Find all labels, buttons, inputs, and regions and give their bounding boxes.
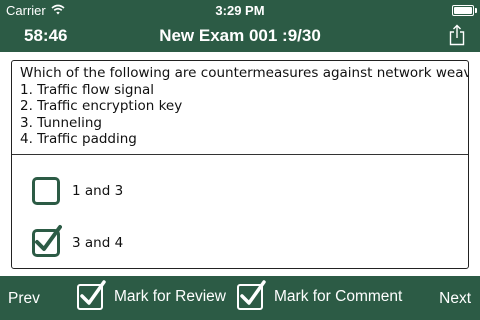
next-button[interactable]: Next	[439, 290, 471, 308]
nav-bar: 58:46 New Exam 001 :9/30	[0, 20, 480, 52]
battery-icon	[452, 5, 474, 16]
comment-label: Mark for Comment	[274, 288, 403, 305]
mark-comment-button[interactable]: Mark for Comment	[237, 280, 403, 310]
mark-review-button[interactable]: Mark for Review	[77, 280, 226, 310]
bottom-toolbar: Prev Mark for Review Mark for Comment Ne…	[0, 276, 480, 320]
status-bar: Carrier 3:29 PM	[0, 0, 480, 20]
review-label: Mark for Review	[114, 288, 226, 305]
question-text: Which of the following are countermeasur…	[20, 65, 469, 147]
share-icon	[449, 24, 465, 46]
question-card: Which of the following are countermeasur…	[11, 60, 469, 269]
battery-tip	[475, 8, 477, 13]
checkmark-icon	[240, 280, 266, 305]
comment-checkbox-icon	[237, 280, 266, 310]
divider	[12, 154, 468, 155]
prev-button[interactable]: Prev	[8, 290, 40, 308]
answer-option-1[interactable]: 1 and 3	[32, 177, 123, 205]
answer-checkbox-unchecked[interactable]	[32, 177, 60, 205]
answer-checkbox-checked[interactable]	[32, 225, 62, 257]
battery-level	[454, 7, 472, 14]
checkmark-icon	[80, 280, 106, 305]
share-button[interactable]	[446, 22, 468, 48]
exam-timer: 58:46	[24, 26, 68, 45]
review-checkbox-icon	[77, 280, 106, 310]
checkmark-icon	[35, 225, 62, 251]
answer-option-2[interactable]: 3 and 4	[32, 225, 124, 257]
page-title: New Exam 001 :9/30	[159, 26, 321, 45]
answer-label: 3 and 4	[72, 235, 124, 251]
answer-label: 1 and 3	[72, 183, 124, 199]
status-time: 3:29 PM	[215, 3, 265, 18]
